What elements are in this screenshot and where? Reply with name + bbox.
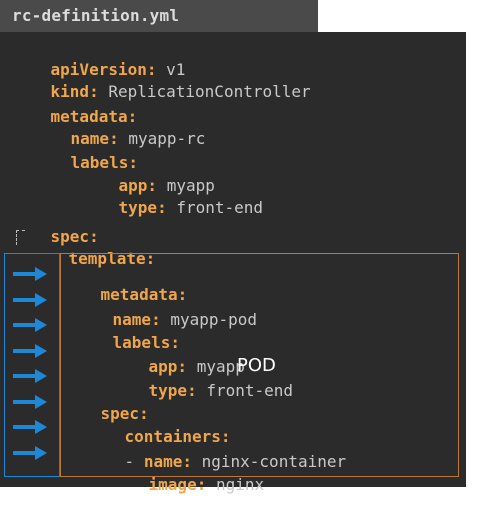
code-line-container-image: image: nginx xyxy=(110,452,265,518)
arrow-right-icon xyxy=(13,267,47,281)
arrow-right-icon xyxy=(13,420,47,434)
yaml-key: type: xyxy=(148,381,197,400)
arrow-right-icon xyxy=(13,369,47,383)
arrow-right-icon xyxy=(13,344,47,358)
arrow-right-icon xyxy=(13,293,47,307)
yaml-value: front-end xyxy=(206,381,294,400)
yaml-key: image: xyxy=(148,475,207,494)
arrow-right-icon xyxy=(13,446,47,460)
text-cursor xyxy=(16,230,25,245)
arrow-right-icon xyxy=(13,318,47,332)
yaml-value: ReplicationController xyxy=(108,82,311,101)
indent-arrows-box xyxy=(4,253,60,477)
file-tab[interactable]: rc-definition.yml xyxy=(0,0,318,32)
yaml-value: myapp-pod xyxy=(170,310,258,329)
slide: rc-definition.yml apiVersion: v1 kind: R… xyxy=(0,0,480,494)
yaml-value: myapp-rc xyxy=(128,129,206,148)
yaml-key: type: xyxy=(118,198,167,217)
pod-label: POD xyxy=(237,355,276,376)
yaml-value: front-end xyxy=(176,198,264,217)
arrow-right-icon xyxy=(13,395,47,409)
yaml-value: nginx xyxy=(215,475,265,494)
